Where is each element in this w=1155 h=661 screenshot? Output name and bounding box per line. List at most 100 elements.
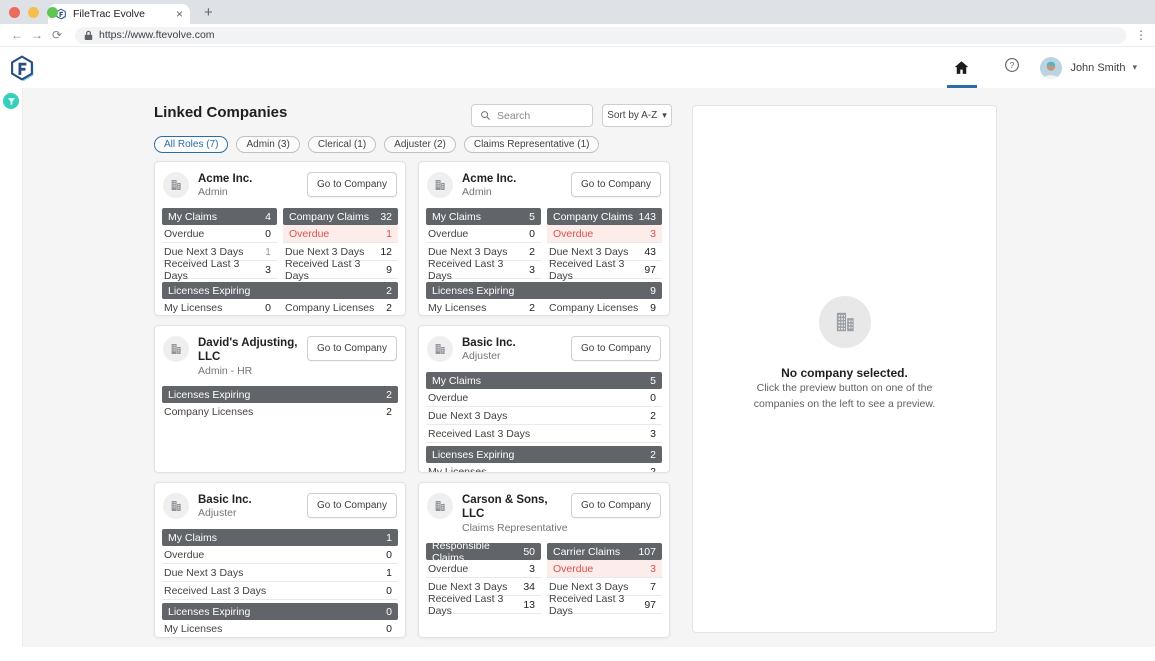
funnel-icon: [7, 97, 16, 106]
stat-label: Received Last 3 Days: [549, 258, 644, 282]
company-avatar: [163, 493, 189, 519]
close-window-button[interactable]: [9, 7, 20, 18]
stat-row: Overdue1: [283, 225, 398, 243]
stat-value: 2: [650, 410, 656, 422]
stat-value: 2: [529, 246, 535, 258]
go-to-company-button[interactable]: Go to Company: [307, 336, 397, 361]
stat-label: Overdue: [164, 549, 204, 561]
close-tab-icon[interactable]: ×: [176, 8, 183, 20]
company-name: Acme Inc.: [462, 172, 516, 186]
browser-menu-icon[interactable]: ⋮: [1134, 28, 1148, 42]
search-input[interactable]: [497, 110, 577, 122]
stat-label: Received Last 3 Days: [285, 258, 386, 282]
stat-label: Received Last 3 Days: [428, 593, 523, 617]
forward-icon[interactable]: →: [27, 28, 47, 42]
section-header-label: Responsible Claims: [432, 540, 523, 564]
avatar[interactable]: [1040, 57, 1062, 79]
company-meta: David's Adjusting, LLCAdmin - HR: [198, 336, 307, 378]
user-name: John Smith: [1070, 62, 1125, 74]
company-avatar: [163, 336, 189, 362]
company-cards-grid: Acme Inc.AdminGo to CompanyMy Claims4Ove…: [154, 161, 670, 638]
section-header-value: 9: [650, 285, 656, 297]
search-box[interactable]: [471, 104, 593, 127]
filter-pill[interactable]: All Roles (7): [154, 136, 228, 153]
go-to-company-button[interactable]: Go to Company: [307, 172, 397, 197]
stat-label: Received Last 3 Days: [428, 258, 529, 282]
section-header-bar: Licenses Expiring2: [162, 386, 398, 403]
filter-pill[interactable]: Claims Representative (1): [464, 136, 600, 153]
sort-caret-icon: ▾: [662, 110, 667, 121]
section-header-label: Licenses Expiring: [432, 449, 514, 461]
section-header-bar: My Claims4: [162, 208, 277, 225]
stat-row: Due Next 3 Days2: [426, 407, 662, 425]
stat-row: Company Licenses2: [283, 299, 398, 316]
assist-widget-button[interactable]: [3, 93, 19, 109]
stat-label: Company Licenses: [164, 406, 253, 418]
sort-button[interactable]: Sort by A-Z ▾: [602, 104, 672, 127]
go-to-company-button[interactable]: Go to Company: [307, 493, 397, 518]
stat-value: 1: [386, 567, 392, 579]
section-header-value: 5: [529, 211, 535, 223]
stat-value: 0: [265, 302, 271, 314]
stat-row: Received Last 3 Days3: [426, 261, 541, 279]
go-to-company-button[interactable]: Go to Company: [571, 172, 661, 197]
window-controls[interactable]: [9, 7, 58, 18]
url-bar[interactable]: https://www.ftevolve.com: [75, 27, 1126, 44]
building-icon: [433, 178, 447, 192]
filter-pill[interactable]: Clerical (1): [308, 136, 376, 153]
stat-label: Due Next 3 Days: [164, 246, 243, 258]
section-header-value: 4: [265, 211, 271, 223]
stat-value: 0: [386, 623, 392, 635]
claims-section: My Claims5Overdue0Due Next 3 Days2Receiv…: [426, 208, 662, 279]
browser-tab[interactable]: FileTrac Evolve ×: [48, 4, 190, 24]
licenses-cells: Company Licenses 2: [162, 403, 398, 421]
stat-label: My Licenses: [164, 623, 222, 635]
licenses-cells: My Licenses2Company Licenses9: [426, 299, 662, 316]
filter-pill[interactable]: Adjuster (2): [384, 136, 456, 153]
help-button[interactable]: ?: [1004, 57, 1020, 78]
stat-label: Due Next 3 Days: [285, 246, 364, 258]
section-header-label: My Claims: [432, 211, 481, 223]
stat-label: Received Last 3 Days: [164, 258, 265, 282]
stat-value: 3: [650, 428, 656, 440]
company-card: David's Adjusting, LLCAdmin - HRGo to Co…: [154, 325, 406, 473]
claims-column: My Claims4Overdue0Due Next 3 Days1Receiv…: [162, 208, 277, 279]
new-tab-icon[interactable]: +: [204, 4, 213, 21]
company-role: Adjuster: [198, 507, 252, 521]
company-card: Acme Inc.AdminGo to CompanyMy Claims4Ove…: [154, 161, 406, 316]
claims-column: Company Claims143Overdue3Due Next 3 Days…: [547, 208, 662, 279]
back-icon[interactable]: ←: [7, 28, 27, 42]
company-avatar: [427, 493, 453, 519]
stat-row: Received Last 3 Days3: [162, 261, 277, 279]
stat-label: Overdue: [553, 563, 593, 575]
section-header-value: 143: [638, 211, 656, 223]
home-nav[interactable]: [945, 47, 978, 88]
stat-value: 2: [386, 406, 392, 418]
company-card-header: Basic Inc.AdjusterGo to Company: [426, 336, 662, 364]
company-meta: Acme Inc.Admin: [462, 172, 516, 200]
claims-column: Company Claims32Overdue1Due Next 3 Days1…: [283, 208, 398, 279]
preview-icon-circle: [819, 296, 871, 348]
company-role: Claims Representative: [462, 522, 571, 536]
company-preview-panel: No company selected. Click the preview b…: [692, 105, 997, 633]
stat-value: 0: [529, 228, 535, 240]
user-menu-caret-icon[interactable]: ▾: [1132, 62, 1137, 73]
stat-label: Overdue: [428, 228, 468, 240]
stat-label: Overdue: [164, 228, 204, 240]
stat-row: Overdue0: [162, 225, 277, 243]
stat-row: Received Last 3 Days9: [283, 261, 398, 279]
go-to-company-button[interactable]: Go to Company: [571, 336, 661, 361]
filter-pill[interactable]: Admin (3): [236, 136, 299, 153]
company-role: Admin - HR: [198, 365, 307, 379]
company-role: Admin: [198, 186, 252, 200]
page-title: Linked Companies: [154, 104, 287, 121]
reload-icon[interactable]: ⟳: [47, 28, 67, 42]
go-to-company-button[interactable]: Go to Company: [571, 493, 661, 518]
minimize-window-button[interactable]: [28, 7, 39, 18]
stat-label: Due Next 3 Days: [428, 246, 507, 258]
stat-label: My Licenses: [428, 466, 486, 473]
app-header: ? John Smith ▾: [0, 47, 1155, 88]
stat-row: Overdue 0: [426, 225, 541, 243]
maximize-window-button[interactable]: [47, 7, 58, 18]
stat-value: 1: [265, 246, 271, 258]
